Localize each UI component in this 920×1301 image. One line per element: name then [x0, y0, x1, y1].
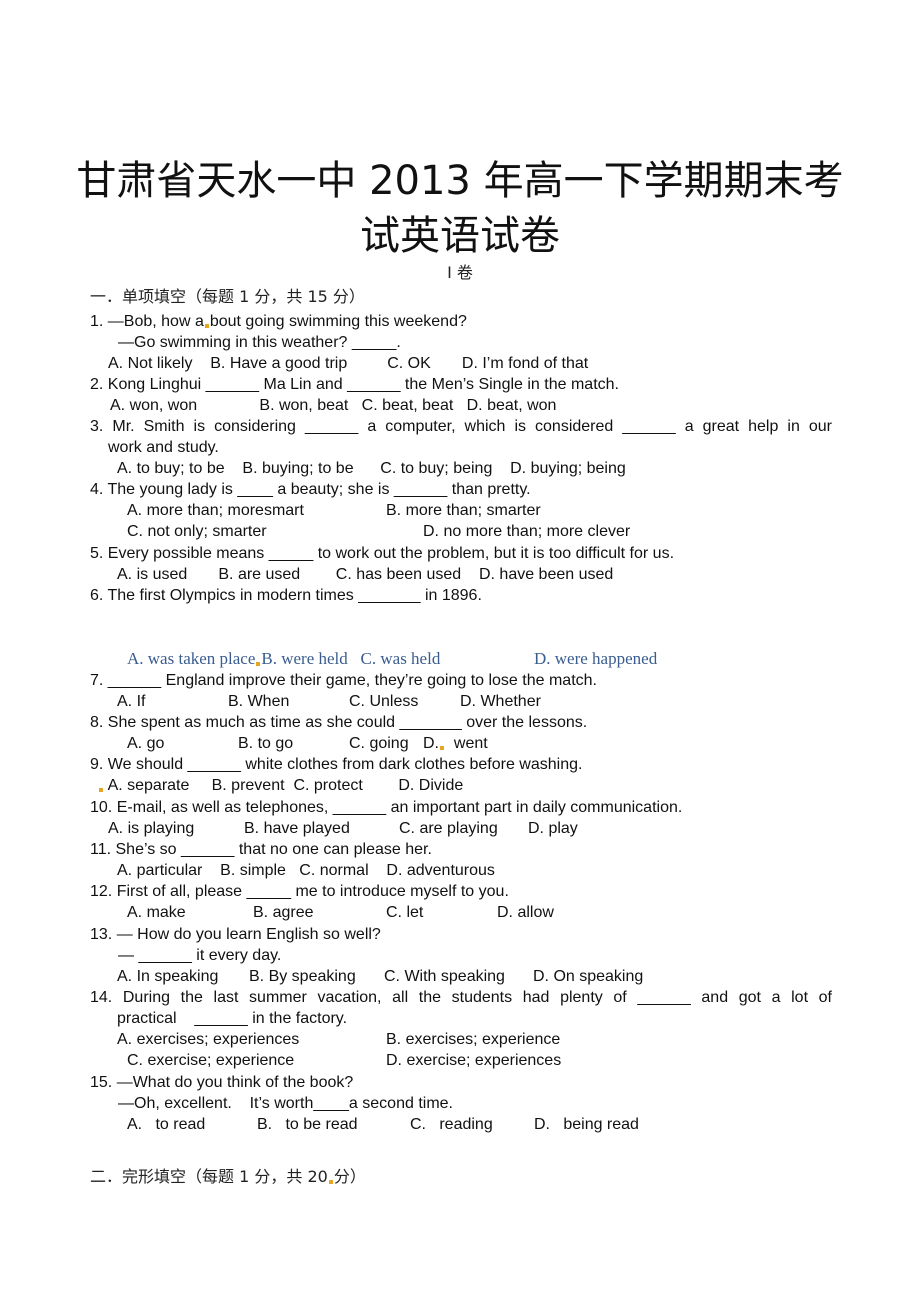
- edit-marker: [204, 324, 209, 328]
- question-1-stem: 1. —Bob, how a bout going swimming this w…: [90, 313, 467, 330]
- question-3-stem-2: work and study.: [108, 439, 219, 456]
- question-12-options: A. make B. agree C. let D. allow: [127, 904, 554, 921]
- question-13-stem: 13. — How do you learn English so well?: [90, 926, 381, 943]
- option-bcd: B. were held C. was held: [261, 649, 441, 668]
- option-c: C. not only; smarter: [127, 523, 267, 540]
- question-14-stem: 14. During the last summer vacation, all…: [90, 989, 832, 1006]
- question-4-options-ab: A. more than; moresmart B. more than; sma…: [127, 501, 541, 521]
- question-11-stem: 11. She’s so ______ that no one can plea…: [90, 841, 432, 858]
- question-4-options-cd: C. not only; smarter D. no more than; mor…: [127, 522, 630, 542]
- section-2-heading: 二．完形填空（每题 1 分，共 20 分）: [90, 1167, 366, 1186]
- question-7-stem: 7. ______ England improve their game, th…: [90, 672, 597, 689]
- question-5-options: A. is used B. are used C. has been used …: [117, 566, 614, 583]
- volume-label: I 卷: [447, 263, 473, 282]
- question-10-options: A. is playing B. have played C. are playin…: [108, 820, 578, 837]
- question-10-stem: 10. E-mail, as well as telephones, _____…: [90, 799, 683, 816]
- question-14-options-ab: A. exercises; experiences B. exercises; e…: [117, 1031, 561, 1048]
- option-d: D. were happened: [534, 649, 658, 668]
- question-14-options-cd: C. exercise; experience D. exercise; expe…: [127, 1052, 562, 1069]
- question-13-stem-2: — ______ it every day.: [118, 947, 282, 964]
- question-2-options: A. won, won B. won, beat C. beat, beat D…: [110, 397, 557, 414]
- question-8-options: A. go B. to go C. going D. went: [127, 735, 488, 752]
- option-a: A. more than; moresmart: [127, 502, 304, 519]
- question-5-stem: 5. Every possible means _____ to work ou…: [90, 545, 675, 562]
- edit-marker: [328, 1180, 333, 1184]
- question-7-options: A. If B. When C. Unless D. Whether: [117, 693, 541, 710]
- question-13-options: A. In speaking B. By speaking C. With spea…: [117, 968, 644, 985]
- option-b: B. more than; smarter: [386, 502, 541, 519]
- question-15-stem-2: —Oh, excellent. It’s worth____a second t…: [118, 1095, 453, 1112]
- question-15-stem: 15. —What do you think of the book?: [90, 1074, 354, 1091]
- question-1-stem-2: —Go swimming in this weather? _____.: [118, 334, 401, 351]
- question-11-options: A. particular B. simple C. normal D. adv…: [117, 862, 495, 879]
- question-9-stem: 9. We should ______ white clothes from d…: [90, 756, 583, 773]
- question-2-stem: 2. Kong Linghui ______ Ma Lin and ______…: [90, 376, 619, 393]
- question-3-stem: 3. Mr. Smith is considering ______ a com…: [90, 418, 832, 435]
- edit-marker: [99, 788, 103, 792]
- question-3-options: A. to buy; to be B. buying; to be C. to …: [117, 460, 626, 477]
- edit-marker: [440, 746, 444, 750]
- options-text: A. separate B. prevent C. protect D. Div…: [107, 777, 464, 794]
- option-d: D. no more than; more clever: [423, 523, 631, 540]
- document-title-line-2: 试英语试卷: [360, 213, 560, 259]
- question-4-stem: 4. The young lady is ____ a beauty; she …: [90, 481, 531, 498]
- question-12-stem: 12. First of all, please _____ me to int…: [90, 883, 509, 900]
- section-1-heading: 一．单项填空（每题 1 分，共 15 分）: [90, 287, 365, 306]
- question-1-options: A. Not likely B. Have a good trip C. OK …: [108, 355, 589, 372]
- option-a: A. was taken place: [127, 649, 256, 668]
- document-title-line-1: 甘肃省天水一中 2013 年高一下学期期末考: [76, 158, 844, 204]
- question-6-options: A. was taken place B. were held C. was he…: [127, 649, 657, 669]
- question-6-stem: 6. The first Olympics in modern times __…: [90, 587, 482, 604]
- edit-marker: [256, 662, 261, 666]
- question-9-options: A. separate B. prevent C. protect D. Div…: [98, 776, 463, 796]
- question-8-stem: 8. She spent as much as time as she coul…: [90, 714, 588, 731]
- question-15-options: A. to read B. to be read C. reading D. bein…: [127, 1116, 639, 1133]
- question-14-stem-2: practical ______ in the factory.: [117, 1010, 348, 1027]
